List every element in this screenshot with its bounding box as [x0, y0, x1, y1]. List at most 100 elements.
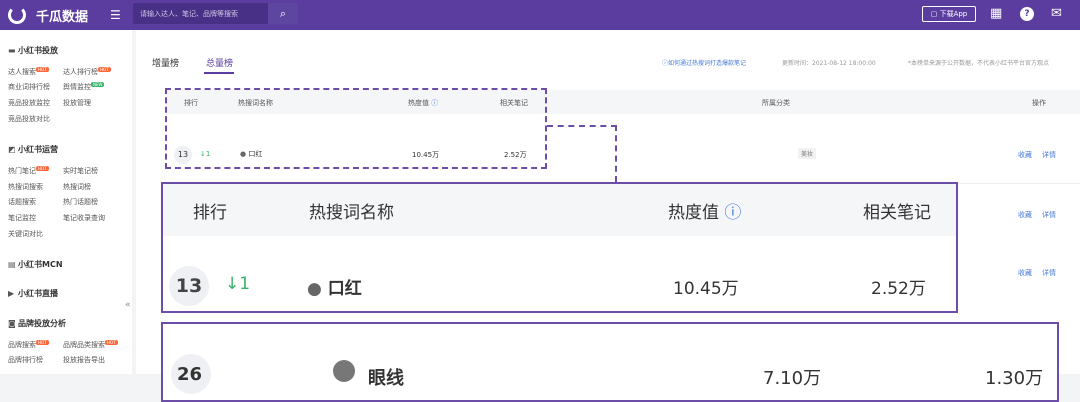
sidebar-item[interactable]: 竞品投放监控	[8, 98, 50, 108]
sidebar-section-xhs-ads[interactable]: ▬ 小红书投放	[8, 45, 58, 56]
zoom-heat-value: 10.45万	[673, 279, 739, 299]
sidebar-section-xhs-live[interactable]: ▶ 小红书直播	[8, 288, 58, 299]
sidebar-item-label: 舆情监控	[63, 83, 91, 91]
sidebar-item[interactable]: 实时笔记榜	[63, 166, 98, 176]
mail-icon[interactable]: ✉	[1051, 6, 1062, 22]
sidebar-item-label: 达人排行榜	[63, 68, 98, 76]
sidebar-item-label: 竞品投放监控	[8, 99, 50, 107]
hot-badge: HOT	[36, 340, 49, 345]
sidebar-item[interactable]: 投放报告导出	[63, 355, 105, 365]
category-tag: 美妆	[798, 148, 817, 159]
column-category: 所属分类	[762, 99, 790, 107]
video-icon: ▶	[8, 289, 15, 298]
sidebar-item-label: 热门笔记	[8, 167, 36, 175]
sidebar-item-label: 热搜词榜	[63, 183, 91, 191]
flame-icon: ●	[307, 279, 322, 299]
sidebar-item[interactable]: 舆情监控 NEW	[63, 82, 105, 92]
chart-icon: ◩	[8, 145, 16, 154]
section-title: 小红书运营	[18, 145, 58, 154]
sidebar-item-label: 话题搜索	[8, 198, 36, 206]
section-title: 小红书MCN	[18, 260, 63, 269]
download-app-label: 下载App	[939, 10, 968, 18]
collapse-sidebar-icon[interactable]: «	[125, 300, 131, 310]
sidebar-item-label: 商业词排行榜	[8, 83, 50, 91]
detail-link[interactable]: 详情	[1042, 210, 1056, 220]
sidebar-item[interactable]: 关键词对比	[8, 229, 43, 239]
highlight-connector	[615, 125, 617, 182]
brand-name[interactable]: 千瓜数据	[36, 6, 88, 25]
hot-badge: HOT	[105, 340, 118, 345]
zoom-table-header: 排行 热搜词名称 热度值 ⓘ 相关笔记	[163, 184, 956, 236]
favorite-link[interactable]: 收藏	[1018, 268, 1032, 278]
sidebar-item-label: 达人搜索	[8, 68, 36, 76]
download-app-button[interactable]: ▢ 下载App	[922, 6, 976, 22]
hot-badge: HOT	[98, 67, 111, 72]
help-icon[interactable]: ?	[1020, 7, 1034, 21]
bag-icon: ◙	[8, 319, 16, 328]
sidebar-item[interactable]: 品牌品类搜索 HOT	[63, 340, 118, 350]
tab-total[interactable]: 总量榜	[206, 56, 233, 69]
sidebar-item[interactable]: 笔记收录查询	[63, 213, 105, 223]
search-box: ⌕	[133, 3, 298, 24]
sidebar-item[interactable]: 投放管理	[63, 98, 91, 108]
zoom-keyword-label: 口红	[327, 279, 362, 299]
highlight-dashed-box	[165, 88, 547, 169]
help-link[interactable]: ⓘ如何通过热搜词打造爆款笔记	[662, 58, 746, 67]
sidebar-item[interactable]: 竞品投放对比	[8, 114, 50, 124]
favorite-link[interactable]: 收藏	[1018, 150, 1032, 160]
sidebar-section-xhs-ops[interactable]: ◩ 小红书运营	[8, 144, 58, 155]
top-navigation-bar: 千瓜数据 ☰ ⌕ ▢ 下载App ▦ ? ✉	[0, 0, 1080, 30]
menu-icon[interactable]: ☰	[110, 8, 121, 22]
update-time: 更新时间：2021-08-12 18:00:00	[782, 60, 876, 67]
section-title: 小红书投放	[18, 46, 58, 55]
zoom2-keyword: 眼线	[368, 368, 404, 389]
sidebar-item[interactable]: 达人排行榜 HOT	[63, 67, 111, 77]
section-title: 小红书直播	[18, 289, 58, 298]
sidebar-section-brand[interactable]: ◙ 品牌投放分析	[8, 318, 66, 329]
zoom-rank-change: ↓1	[225, 274, 251, 294]
zoom-keyword: ● 口红	[307, 274, 362, 299]
sidebar-item[interactable]: 达人搜索 HOT	[8, 67, 49, 77]
sidebar-section-xhs-mcn[interactable]: ▤ 小红书MCN	[8, 259, 63, 270]
sidebar-item-label: 热搜词搜索	[8, 183, 43, 191]
sidebar: ▬ 小红书投放 达人搜索 HOT 达人排行榜 HOT 商业词排行榜 舆情监控 NEW 竞…	[0, 30, 132, 374]
active-tab-indicator	[204, 72, 234, 74]
sidebar-item[interactable]: 热搜词搜索	[8, 182, 43, 192]
logo-icon[interactable]	[8, 6, 26, 24]
flame-icon	[333, 360, 355, 382]
apps-icon[interactable]: ▦	[990, 6, 1002, 22]
search-icon[interactable]: ⌕	[268, 3, 298, 24]
column-actions: 操作	[1032, 99, 1046, 107]
sidebar-item[interactable]: 商业词排行榜	[8, 82, 50, 92]
sidebar-item[interactable]: 品牌排行榜	[8, 355, 43, 365]
disclaimer-note: *本榜单来源于公开数据，不代表小红书平台官方观点	[908, 60, 1050, 67]
hot-badge: HOT	[36, 166, 49, 171]
sidebar-item-label: 关键词对比	[8, 230, 43, 238]
sidebar-item-label: 投放管理	[63, 99, 91, 107]
zoom2-notes-count: 1.30万	[985, 368, 1044, 389]
highlight-connector	[547, 125, 617, 127]
detail-link[interactable]: 详情	[1042, 150, 1056, 160]
tab-incremental[interactable]: 增量榜	[152, 56, 179, 69]
zoom-notes-count: 2.52万	[871, 279, 926, 299]
favorite-link[interactable]: 收藏	[1018, 210, 1032, 220]
sidebar-item-label: 品牌搜索	[8, 341, 36, 349]
sidebar-item[interactable]: 热搜词榜	[63, 182, 91, 192]
section-title: 品牌投放分析	[18, 319, 66, 328]
sidebar-item[interactable]: 话题搜索	[8, 197, 36, 207]
help-icon: ⓘ	[724, 203, 742, 223]
zoom-column-keyword: 热搜词名称	[309, 203, 394, 223]
sidebar-item-label: 热门话题榜	[63, 198, 98, 206]
zoom2-heat-value: 7.10万	[763, 368, 822, 389]
sidebar-item[interactable]: 热门话题榜	[63, 197, 98, 207]
hot-badge: HOT	[36, 67, 49, 72]
sidebar-item[interactable]: 品牌搜索 HOT	[8, 340, 49, 350]
zoom-column-heat-label: 热度值	[668, 203, 719, 223]
sidebar-item-label: 品牌品类搜索	[63, 341, 105, 349]
search-input[interactable]	[140, 7, 270, 20]
sidebar-item[interactable]: 笔记监控	[8, 213, 36, 223]
detail-link[interactable]: 详情	[1042, 268, 1056, 278]
sidebar-item[interactable]: 热门笔记 HOT	[8, 166, 49, 176]
zoom-rank-badge: 13	[169, 266, 209, 306]
sidebar-item-label: 投放报告导出	[63, 356, 105, 364]
